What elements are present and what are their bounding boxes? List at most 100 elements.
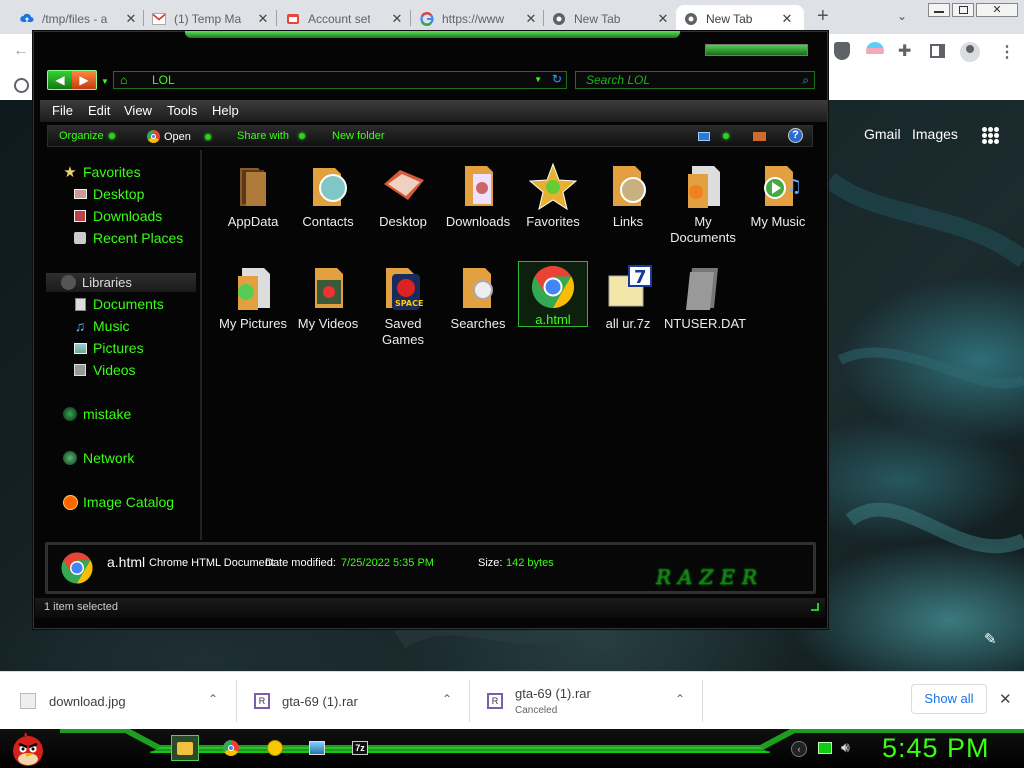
chevron-up-icon[interactable]: ⌃ — [442, 692, 452, 706]
start-button[interactable] — [8, 729, 48, 768]
google-apps-icon[interactable] — [982, 127, 999, 144]
nav-desktop[interactable]: Desktop — [72, 186, 144, 202]
resize-grip-icon[interactable] — [811, 603, 819, 611]
organize-button[interactable]: Organize — [59, 130, 115, 142]
file-searches[interactable]: Searches — [439, 264, 517, 332]
nav-videos[interactable]: Videos — [72, 362, 136, 378]
taskbar-7zip[interactable]: 7z — [346, 735, 374, 761]
nav-network[interactable]: Network — [62, 450, 134, 466]
file-my-pictures[interactable]: My Pictures — [214, 264, 292, 332]
nav-downloads[interactable]: Downloads — [72, 208, 162, 224]
view-options-icon[interactable] — [698, 132, 710, 141]
extension-flag-icon[interactable] — [866, 42, 884, 60]
file-saved-games[interactable]: SPACE Saved Games — [364, 264, 442, 348]
taskbar-chrome[interactable] — [217, 735, 245, 761]
taskbar-explorer[interactable] — [171, 735, 199, 761]
customize-pencil-icon[interactable]: ✎ — [984, 630, 997, 648]
tab-google[interactable]: https://www. ✕ — [420, 5, 538, 32]
history-dropdown-icon[interactable]: ▼ — [101, 77, 109, 86]
menu-view[interactable]: View — [124, 103, 152, 118]
tab-new-tab[interactable]: New Tab ✕ — [552, 5, 670, 32]
file-my-documents[interactable]: My Documents — [664, 162, 742, 246]
file-my-music[interactable]: ♫ My Music — [739, 162, 817, 230]
nav-favorites[interactable]: ★ Favorites — [62, 164, 140, 181]
extensions-puzzle-icon[interactable]: ✚ — [898, 41, 911, 61]
nav-libraries[interactable]: Libraries — [46, 273, 196, 292]
file-downloads[interactable]: Downloads — [439, 162, 517, 230]
help-icon[interactable]: ? — [788, 128, 803, 143]
window-glow-bar — [185, 31, 680, 38]
globe-icon[interactable] — [14, 78, 29, 93]
side-panel-icon[interactable] — [930, 44, 945, 58]
minimize-button[interactable] — [928, 3, 950, 17]
nav-music[interactable]: ♫ Music — [72, 318, 130, 334]
back-button[interactable]: ◀ — [48, 71, 72, 89]
profile-avatar[interactable] — [960, 42, 980, 62]
file-links[interactable]: Links — [589, 162, 667, 230]
tab-search-button[interactable]: ⌄ — [897, 9, 907, 23]
address-dropdown-icon[interactable]: ▼ — [534, 75, 542, 84]
close-tab-icon[interactable]: ✕ — [656, 11, 670, 27]
file-appdata[interactable]: AppData — [214, 162, 292, 230]
file-all-ur-7z[interactable]: 7 all ur.7z — [589, 264, 667, 332]
address-bar[interactable]: ⌂ LOL ▼ ↻ — [113, 71, 567, 89]
tab-tmp-files[interactable]: /tmp/files - a ✕ — [20, 5, 138, 32]
search-box[interactable]: Search LOL ⌕ — [575, 71, 815, 89]
close-tab-icon[interactable]: ✕ — [124, 11, 138, 27]
new-tab-button[interactable]: + — [817, 5, 829, 28]
file-my-videos[interactable]: My Videos — [289, 264, 367, 332]
network-tray-icon[interactable] — [818, 742, 832, 754]
nav-pictures[interactable]: Pictures — [72, 340, 144, 356]
chevron-up-icon[interactable]: ⌃ — [675, 692, 685, 706]
restore-button[interactable] — [952, 3, 974, 17]
close-tab-icon[interactable]: ✕ — [390, 11, 404, 27]
smiley-icon — [267, 740, 283, 756]
menu-file[interactable]: File — [52, 103, 73, 118]
ublock-icon[interactable] — [834, 42, 850, 60]
nav-mistake[interactable]: mistake — [62, 406, 131, 422]
open-button[interactable]: Open — [147, 130, 211, 143]
nav-image-catalog[interactable]: Image Catalog — [62, 494, 174, 510]
file-contacts[interactable]: Contacts — [289, 162, 367, 230]
svg-text:7: 7 — [634, 267, 647, 288]
file-ntuser-dat[interactable]: NTUSER.DAT — [664, 264, 746, 332]
close-tab-icon[interactable]: ✕ — [256, 11, 270, 27]
menu-tools[interactable]: Tools — [167, 103, 197, 118]
file-desktop[interactable]: Desktop — [364, 162, 442, 230]
tab-gmail[interactable]: (1) Temp Ma ✕ — [152, 5, 270, 32]
close-shelf-icon[interactable]: ✕ — [999, 690, 1012, 708]
tab-account-settings[interactable]: Account sett ✕ — [286, 5, 404, 32]
file-a-html[interactable]: a.html — [518, 261, 588, 327]
show-hidden-icons[interactable]: ‹ — [791, 741, 807, 757]
nav-documents[interactable]: Documents — [72, 296, 164, 312]
images-link[interactable]: Images — [912, 126, 958, 142]
taskbar-messenger[interactable] — [261, 735, 289, 761]
share-with-button[interactable]: Share with — [237, 130, 305, 142]
nav-recent-places[interactable]: Recent Places — [72, 230, 183, 246]
file-favorites[interactable]: Favorites — [514, 162, 592, 230]
taskbar-photo-viewer[interactable] — [303, 735, 331, 761]
star-icon: ★ — [63, 164, 77, 181]
taskbar-clock[interactable]: 5:45 PM — [882, 733, 990, 764]
menu-help[interactable]: Help — [212, 103, 239, 118]
download-item[interactable]: R gta-69 (1).rar ⌃ — [254, 672, 466, 730]
refresh-icon[interactable]: ↻ — [552, 72, 562, 86]
volume-icon[interactable]: 🔊︎ — [841, 739, 850, 756]
preview-pane-icon[interactable] — [753, 132, 766, 141]
close-tab-icon[interactable]: ✕ — [780, 11, 794, 27]
back-arrow-icon[interactable]: ← — [13, 42, 29, 60]
show-all-button[interactable]: Show all — [911, 684, 987, 714]
window-caption-buttons[interactable] — [705, 44, 808, 56]
tab-new-tab-active[interactable]: New Tab ✕ — [676, 5, 804, 32]
gmail-link[interactable]: Gmail — [864, 126, 901, 142]
search-icon[interactable]: ⌕ — [802, 73, 809, 88]
download-item[interactable]: R gta-69 (1).rar Canceled ⌃ — [487, 672, 699, 730]
download-item[interactable]: download.jpg ⌃ — [20, 672, 232, 730]
close-tab-icon[interactable]: ✕ — [524, 11, 538, 27]
chevron-up-icon[interactable]: ⌃ — [208, 692, 218, 706]
menu-edit[interactable]: Edit — [88, 103, 110, 118]
close-window-button[interactable]: ✕ — [976, 3, 1018, 17]
new-folder-button[interactable]: New folder — [332, 130, 385, 142]
menu-kebab-icon[interactable]: ⋮ — [999, 42, 1015, 62]
forward-button[interactable]: ▶ — [72, 71, 96, 89]
